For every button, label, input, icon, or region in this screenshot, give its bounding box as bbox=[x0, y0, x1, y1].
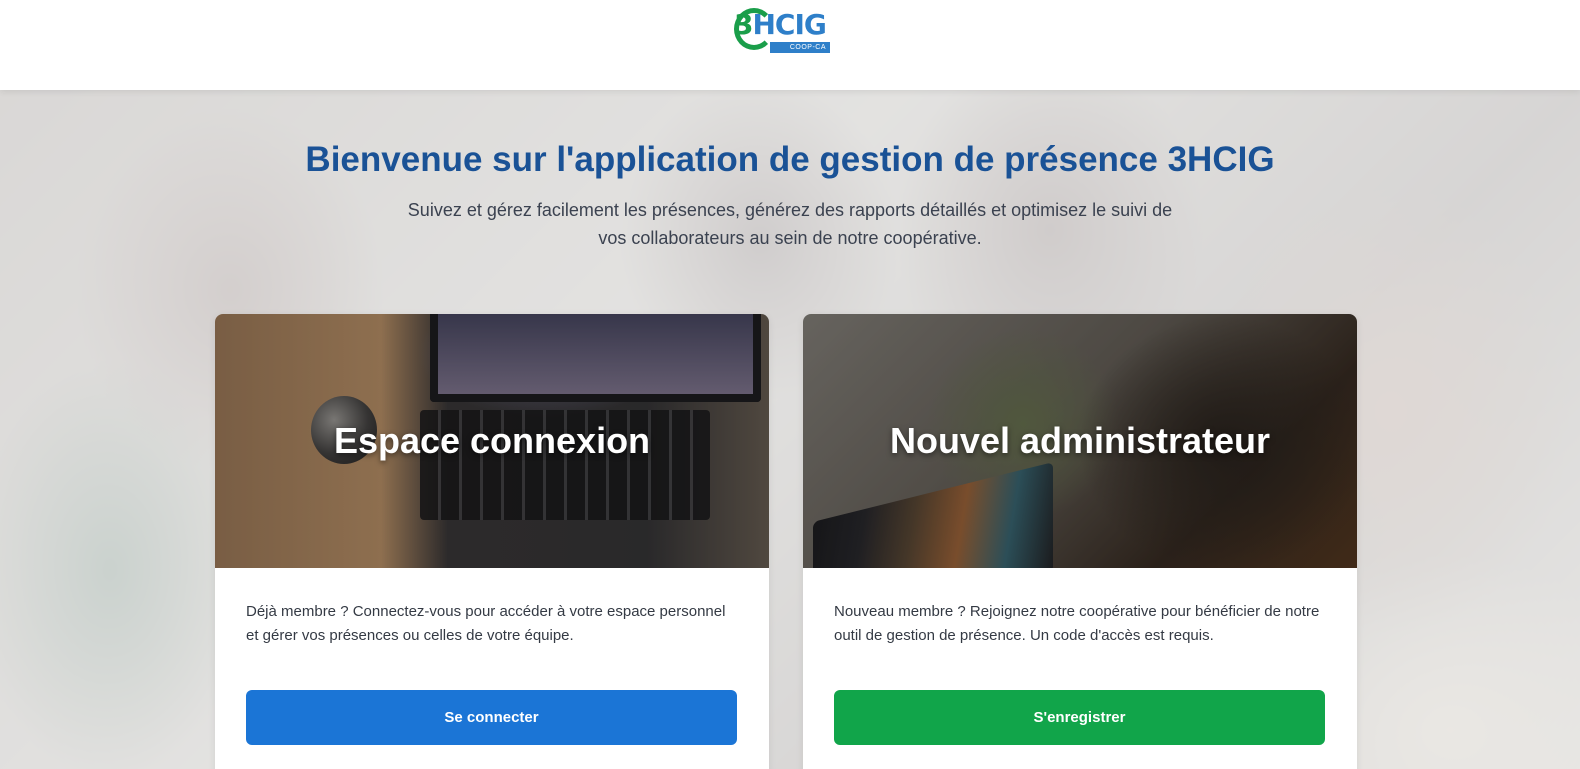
logo-wordmark: 3HCIG bbox=[734, 8, 827, 41]
page-title: Bienvenue sur l'application de gestion d… bbox=[305, 140, 1275, 179]
register-card-description: Nouveau membre ? Rejoignez notre coopéra… bbox=[834, 603, 1320, 644]
register-button[interactable]: S'enregistrer bbox=[834, 690, 1325, 745]
top-header: 3HCIG COOP-CA bbox=[0, 0, 1580, 90]
login-card: Espace connexion Déjà membre ? Connectez… bbox=[215, 314, 769, 769]
hero-section: Bienvenue sur l'application de gestion d… bbox=[0, 90, 1580, 769]
login-card-body: Déjà membre ? Connectez-vous pour accéde… bbox=[215, 568, 769, 745]
register-card-image: Nouvel administrateur bbox=[803, 314, 1357, 568]
login-button[interactable]: Se connecter bbox=[246, 690, 737, 745]
register-card-body: Nouveau membre ? Rejoignez notre coopéra… bbox=[803, 568, 1357, 745]
register-card: Nouvel administrateur Nouveau membre ? R… bbox=[803, 314, 1357, 769]
login-card-image: Espace connexion bbox=[215, 314, 769, 568]
logo-digit: 3 bbox=[734, 8, 754, 41]
login-card-description: Déjà membre ? Connectez-vous pour accéde… bbox=[246, 603, 726, 644]
brand-logo[interactable]: 3HCIG COOP-CA bbox=[734, 6, 834, 54]
logo-subtext: COOP-CA bbox=[770, 42, 830, 53]
register-card-heading: Nouvel administrateur bbox=[889, 420, 1271, 461]
page-subtitle: Suivez et gérez facilement les présences… bbox=[407, 200, 1173, 248]
login-card-heading: Espace connexion bbox=[333, 420, 651, 461]
logo-letters: HCIG bbox=[752, 8, 826, 41]
